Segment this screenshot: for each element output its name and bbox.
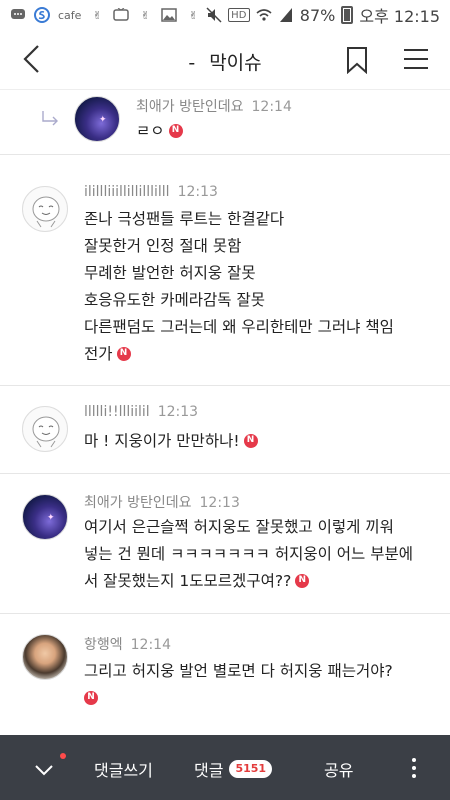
avatar[interactable] xyxy=(74,96,120,142)
comment-author[interactable]: 항행엑 xyxy=(84,637,123,653)
new-badge-icon: N xyxy=(168,123,183,138)
comment-text: 존나 극성팬들 루트는 한결같다 잘못한거 인정 절대 못함 무례한 발언한 허… xyxy=(84,210,394,363)
chat-notification-icon xyxy=(10,7,26,23)
wifi-icon xyxy=(256,7,272,23)
battery-percent: 87% xyxy=(299,5,336,25)
comment-item: 항행엑 12:14 그리고 허지웅 발언 별로면 다 허지웅 패는거야? N xyxy=(0,614,450,735)
new-badge-icon: N xyxy=(243,433,258,448)
new-badge-icon: N xyxy=(295,573,310,588)
comment-author[interactable]: 최애가 방탄인데요 xyxy=(136,99,244,115)
avatar[interactable] xyxy=(22,186,68,232)
bottom-action-bar: 댓글쓰기 댓글 5151 공유 xyxy=(0,735,450,800)
comment-meta: ilillliiillillilllilll 12:13 xyxy=(84,184,218,200)
battery-icon xyxy=(341,6,354,24)
comment-text: ㄹㅇ N xyxy=(136,118,183,145)
page-title: - 막이슈 xyxy=(188,52,262,74)
app-s-icon xyxy=(34,7,50,23)
comment-item: 최애가 방탄인데요 12:13 여기서 은근슬쩍 허지웅도 잘못했고 이렇게 끼워… xyxy=(0,474,450,614)
comment-text: 그리고 허지웅 발언 별로면 다 허지웅 패는거야? N xyxy=(84,658,393,712)
tv-notification-icon xyxy=(113,7,130,23)
comment-meta: llllli!!llliilil 12:13 xyxy=(84,404,198,420)
comment-time: 12:13 xyxy=(157,404,199,420)
hd-icon: HD xyxy=(227,8,250,22)
signal-icon xyxy=(278,7,294,23)
comment-text: 여기서 은근슬쩍 허지웅도 잘못했고 이렇게 끼워 넣는 건 뭔데 ㅋㅋㅋㅋㅋㅋ… xyxy=(84,518,414,590)
avatar[interactable] xyxy=(22,494,68,540)
bookmark-icon[interactable] xyxy=(346,46,368,75)
comment-time: 12:14 xyxy=(130,637,171,653)
chevron-down-icon[interactable] xyxy=(30,755,58,783)
v-notification-icon-2: ✌ xyxy=(140,8,151,22)
cafe-notification-label: cafe xyxy=(58,8,82,22)
new-badge-icon: N xyxy=(84,690,98,705)
comment-author[interactable]: ilillliiillillilllilll xyxy=(84,184,170,200)
comment-author[interactable]: 최애가 방탄인데요 xyxy=(84,495,192,511)
avatar[interactable] xyxy=(22,634,68,680)
comment-time: 12:13 xyxy=(199,495,240,511)
more-vertical-icon[interactable] xyxy=(406,757,422,779)
avatar[interactable] xyxy=(22,406,68,452)
comment-time: 12:13 xyxy=(177,184,218,200)
image-notification-icon xyxy=(161,7,178,23)
v-notification-icon: ✌ xyxy=(92,8,103,22)
write-comment-button[interactable]: 댓글쓰기 xyxy=(94,757,153,781)
top-app-bar: - 막이슈 xyxy=(0,30,450,90)
status-bar: cafe ✌ ✌ ✌ HD 87% 오후 12:15 xyxy=(0,0,450,30)
comment-meta: 최애가 방탄인데요 12:13 xyxy=(84,492,240,512)
comment-author[interactable]: llllli!!llliilil xyxy=(84,404,150,420)
comment-text: 마 ! 지웅이가 만만하나! N xyxy=(84,428,258,455)
comment-meta: 최애가 방탄인데요 12:14 xyxy=(136,96,292,116)
comments-label: 댓글 xyxy=(194,761,224,780)
comment-item: ilillliiillillilllilll 12:13 존나 극성팬들 루트는 … xyxy=(0,156,450,386)
comment-item: llllli!!llliilil 12:13 마 ! 지웅이가 만만하나! N xyxy=(0,386,450,474)
hamburger-menu-icon[interactable] xyxy=(404,48,428,70)
default-profile-face-icon xyxy=(32,416,60,448)
comment-meta: 항행엑 12:14 xyxy=(84,634,171,654)
notification-dot xyxy=(60,753,66,759)
clock: 오후 12:15 xyxy=(359,7,440,26)
comment-item-reply: 최애가 방탄인데요 12:14 ㄹㅇN xyxy=(0,90,450,155)
page-title-text: 막이슈 xyxy=(209,52,262,74)
default-profile-face-icon xyxy=(32,196,60,228)
comments-button[interactable]: 댓글 5151 xyxy=(194,757,273,781)
share-button[interactable]: 공유 xyxy=(324,757,353,781)
v-notification-icon-3: ✌ xyxy=(188,8,199,22)
reply-arrow-icon xyxy=(40,110,60,128)
comment-count-badge: 5151 xyxy=(229,760,273,778)
comment-list[interactable]: 최애가 방탄인데요 12:14 ㄹㅇN ilillliiillillilllill… xyxy=(0,90,450,735)
comment-time: 12:14 xyxy=(251,99,292,115)
new-badge-icon: N xyxy=(116,346,131,361)
mute-icon xyxy=(206,7,222,23)
